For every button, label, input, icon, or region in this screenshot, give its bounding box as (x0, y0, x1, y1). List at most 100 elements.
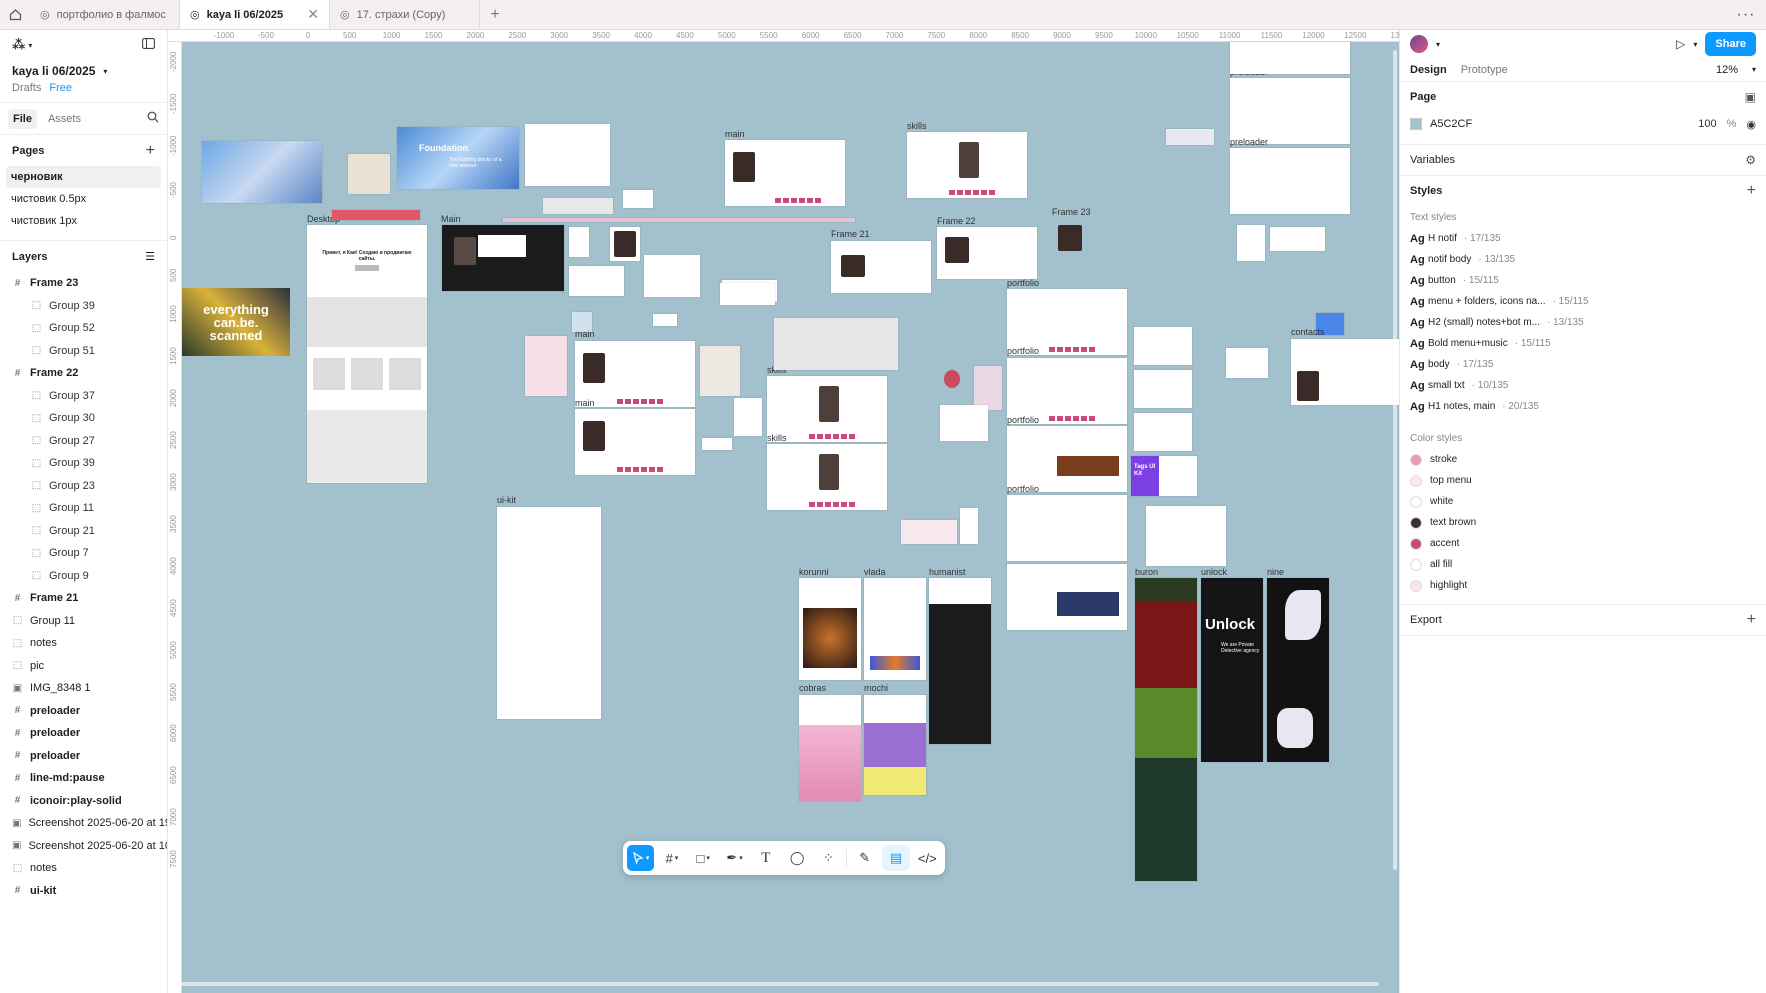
unlock-frame[interactable]: Unlock We are Private Detective agency (1201, 578, 1263, 762)
file-tab-1[interactable]: ◎ kaya li 06/2025 ✕ (180, 0, 330, 29)
portfolio-frame[interactable] (1007, 495, 1127, 561)
file-location-label[interactable]: Drafts (12, 82, 41, 94)
everything-image[interactable]: everything can.be. scanned (182, 288, 290, 356)
frame-label[interactable]: portfolio (1007, 346, 1039, 356)
vertical-scrollbar[interactable] (1393, 50, 1397, 870)
frame-label[interactable]: nine (1267, 567, 1284, 577)
chevron-down-icon[interactable]: ▾ (1436, 40, 1440, 49)
thumb-frame[interactable] (623, 190, 653, 208)
comment-tool-button[interactable]: ◯ (783, 845, 810, 871)
actions-tool-button[interactable]: ⁘ (815, 845, 842, 871)
layer-item[interactable]: ⬚ Group 37 (0, 385, 167, 408)
file-title[interactable]: kaya li 06/2025 ▾ (0, 60, 167, 78)
avatar[interactable] (1410, 35, 1428, 53)
layer-item[interactable]: # Frame 21 (0, 587, 167, 610)
page-fill-opacity[interactable]: 100 (1698, 118, 1716, 131)
thumb-frame[interactable] (1166, 129, 1214, 145)
add-export-plus-icon[interactable]: + (1747, 611, 1756, 629)
design-mode-button[interactable]: ▤ (882, 845, 910, 871)
frame-label[interactable]: main (575, 329, 595, 339)
thumb-frame[interactable] (901, 520, 957, 544)
variables-title[interactable]: Variables (1410, 154, 1455, 166)
thumb-frame[interactable] (1146, 506, 1226, 566)
preloader-frame[interactable] (1230, 78, 1350, 144)
play-icon[interactable]: ▷ (1676, 37, 1685, 51)
more-icon[interactable]: ··· (1726, 0, 1766, 29)
frame-label[interactable]: portfolio (1007, 278, 1039, 288)
color-style-item[interactable]: top menu (1410, 470, 1756, 491)
thumb-frame[interactable] (653, 314, 677, 326)
thumb-frame[interactable] (525, 124, 610, 186)
portfolio-frame[interactable] (1007, 564, 1127, 630)
layer-item[interactable]: # preloader (0, 722, 167, 745)
frame-tool-button[interactable]: # ▾ (658, 845, 685, 871)
layer-item[interactable]: ⬚ Group 30 (0, 407, 167, 430)
layer-item[interactable]: ▣ Screenshot 2025-06-20 at 10.17.21 1 (0, 835, 167, 858)
strawberry-sticker[interactable] (944, 370, 960, 388)
layer-item[interactable]: # preloader (0, 745, 167, 768)
layer-item[interactable]: # Frame 23 (0, 272, 167, 295)
color-style-item[interactable]: all fill (1410, 554, 1756, 575)
layer-item[interactable]: ⬚ Group 21 (0, 520, 167, 543)
portfolio-frame[interactable] (1007, 426, 1127, 492)
tab-design[interactable]: Design (1410, 64, 1447, 76)
thumb-frame[interactable] (960, 508, 978, 544)
file-tab-2[interactable]: ◎ 17. страхи (Copy) (330, 0, 480, 29)
layer-item[interactable]: ⬚ Group 23 (0, 475, 167, 498)
layer-item[interactable]: ⬚ notes (0, 857, 167, 880)
skills-frame[interactable] (767, 444, 887, 510)
thumb-frame[interactable] (1226, 348, 1268, 378)
thumb-frame[interactable] (503, 218, 855, 222)
frame-label[interactable]: skills (907, 121, 927, 131)
layer-item[interactable]: ⬚ Group 27 (0, 430, 167, 453)
frame-label[interactable]: Main (441, 214, 461, 224)
layer-item[interactable]: ▣ Screenshot 2025-06-20 at 19.32.04 1 (0, 812, 167, 835)
color-style-item[interactable]: stroke (1410, 449, 1756, 470)
thumb-frame[interactable] (700, 346, 740, 396)
layer-item[interactable]: ⬚ Group 9 (0, 565, 167, 588)
horizontal-scrollbar[interactable] (178, 982, 1379, 986)
toggle-sidebar-icon[interactable] (142, 38, 155, 52)
main-menu-button[interactable]: ⁂ ▾ (12, 37, 32, 53)
layer-item[interactable]: ⬚ Group 11 (0, 610, 167, 633)
ui-kit-frame[interactable] (497, 507, 601, 719)
color-style-item[interactable]: highlight (1410, 575, 1756, 596)
color-style-item[interactable]: text brown (1410, 512, 1756, 533)
new-tab-plus-icon[interactable]: + (480, 0, 510, 29)
frame-label[interactable]: portfolio (1007, 415, 1039, 425)
thumb-frame[interactable] (734, 398, 762, 436)
text-tool-button[interactable]: T (752, 845, 779, 871)
frame-label[interactable]: korunni (799, 567, 829, 577)
text-style-item[interactable]: Ag H1 notes, main · 20/135 (1410, 396, 1756, 417)
text-style-item[interactable]: Ag menu + folders, icons na... · 15/115 (1410, 291, 1756, 312)
chevron-down-icon[interactable]: ▾ (1752, 65, 1756, 74)
layer-item[interactable]: ⬚ Group 39 (0, 452, 167, 475)
frame-label[interactable]: ui-kit (497, 495, 516, 505)
layer-item[interactable]: # iconoir:play-solid (0, 790, 167, 813)
frame-label[interactable]: portfolio (1007, 484, 1039, 494)
cobras-frame[interactable] (799, 695, 861, 801)
thumb-frame[interactable] (1134, 413, 1192, 451)
page-item[interactable]: чистовик 0.5px (6, 188, 161, 210)
variables-settings-icon[interactable]: ⚙ (1745, 153, 1756, 167)
thumb-frame[interactable] (1134, 327, 1192, 365)
text-style-item[interactable]: Ag body · 17/135 (1410, 354, 1756, 375)
close-icon[interactable]: ✕ (307, 6, 319, 23)
dev-mode-button[interactable]: </> (914, 845, 941, 871)
main-dark-frame[interactable] (442, 225, 564, 291)
layer-item[interactable]: ⬚ pic (0, 655, 167, 678)
frame-label[interactable]: skills (767, 433, 787, 443)
frame-label[interactable]: unlock (1201, 567, 1227, 577)
page-fill-row[interactable]: A5C2CF 100 % ◉ (1410, 112, 1756, 136)
thumb-frame[interactable] (569, 266, 624, 296)
korunni-frame[interactable] (799, 578, 861, 680)
layer-item[interactable]: ⬚ Group 39 (0, 295, 167, 318)
main-frame[interactable] (725, 140, 845, 206)
thumb-frame[interactable] (720, 283, 775, 305)
text-style-item[interactable]: Ag notif body · 13/135 (1410, 249, 1756, 270)
text-style-item[interactable]: Ag button · 15/115 (1410, 270, 1756, 291)
list-icon[interactable]: ☰ (145, 250, 155, 263)
frame-label[interactable]: main (575, 398, 595, 408)
pen-tool-button[interactable]: ✒ ▾ (721, 845, 748, 871)
thumb-frame[interactable] (1237, 225, 1265, 261)
